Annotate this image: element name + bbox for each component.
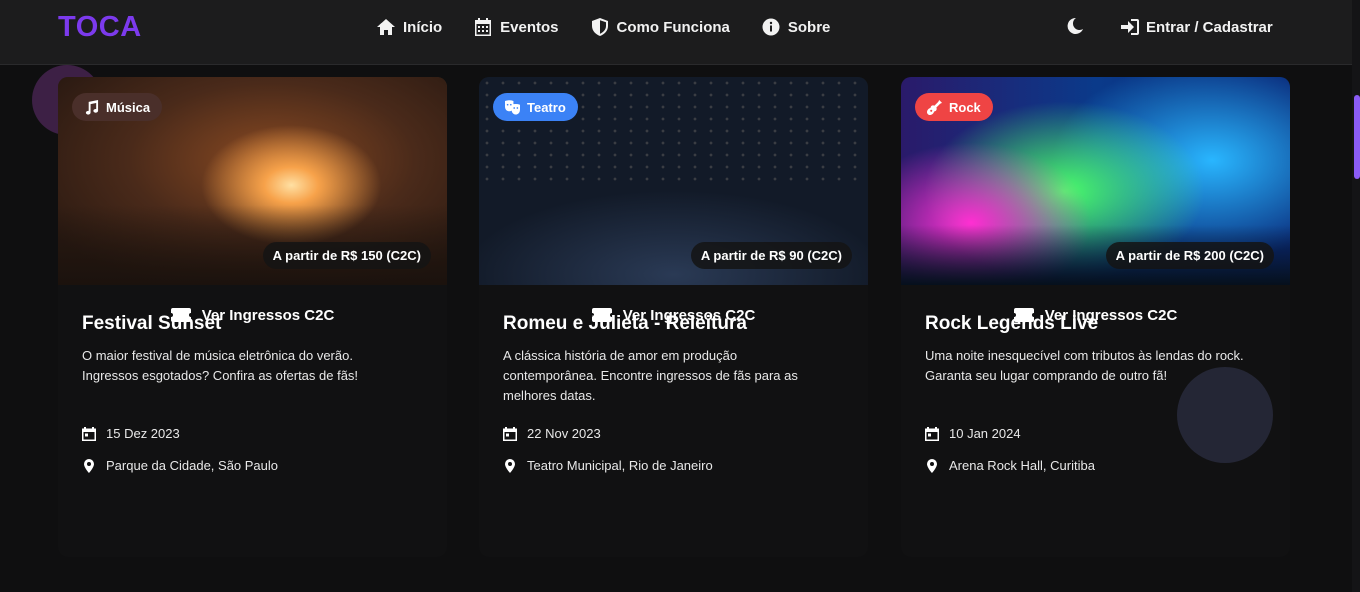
price-badge: A partir de R$ 200 (C2C) xyxy=(1105,242,1274,269)
nav-link-label: Eventos xyxy=(500,18,559,36)
calendar-icon xyxy=(925,426,939,441)
event-location-text: Arena Rock Hall, Curitiba xyxy=(949,458,1095,473)
event-card[interactable]: Teatro A partir de R$ 90 (C2C) Romeu e J… xyxy=(479,77,868,557)
event-date: 15 Dez 2023 xyxy=(82,426,180,441)
event-card[interactable]: Música A partir de R$ 150 (C2C) Festival… xyxy=(58,77,447,557)
event-image: Música A partir de R$ 150 (C2C) xyxy=(58,77,447,285)
view-tickets-label: Ver Ingressos C2C xyxy=(1044,306,1178,324)
price-badge: A partir de R$ 150 (C2C) xyxy=(262,242,431,269)
event-location-text: Teatro Municipal, Rio de Janeiro xyxy=(527,458,713,473)
guitar-icon xyxy=(927,99,942,115)
category-label: Música xyxy=(106,99,151,115)
info-icon xyxy=(762,18,780,36)
map-pin-icon xyxy=(505,458,515,473)
map-pin-icon xyxy=(84,458,94,473)
nav-link-como-funciona[interactable]: Como Funciona xyxy=(590,16,730,38)
theater-masks-icon xyxy=(505,99,520,115)
event-date-text: 15 Dez 2023 xyxy=(106,426,180,441)
sign-in-icon xyxy=(1121,19,1139,35)
calendar-icon xyxy=(475,18,492,36)
event-date-text: 22 Nov 2023 xyxy=(527,426,601,441)
view-tickets-label: Ver Ingressos C2C xyxy=(622,306,756,324)
shield-icon xyxy=(591,18,608,36)
category-label: Teatro xyxy=(527,99,566,115)
price-badge: A partir de R$ 90 (C2C) xyxy=(690,242,852,269)
nav-link-eventos[interactable]: Eventos xyxy=(473,16,559,38)
view-tickets-button[interactable]: Ver Ingressos C2C xyxy=(901,304,1290,326)
category-badge: Rock xyxy=(915,93,993,121)
calendar-icon xyxy=(82,426,96,441)
logo[interactable]: TOCA xyxy=(58,11,142,44)
event-location: Arena Rock Hall, Curitiba xyxy=(925,458,1095,473)
event-description: A clássica história de amor em produção … xyxy=(503,348,798,403)
calendar-icon xyxy=(503,426,517,441)
nav-link-label: Como Funciona xyxy=(616,18,730,36)
category-badge: Música xyxy=(72,93,163,121)
map-pin-icon xyxy=(927,458,937,473)
view-tickets-button[interactable]: Ver Ingressos C2C xyxy=(58,304,447,326)
event-date: 22 Nov 2023 xyxy=(503,426,601,441)
view-tickets-label: Ver Ingressos C2C xyxy=(201,306,335,324)
scrollbar-thumb[interactable] xyxy=(1354,95,1360,179)
home-icon xyxy=(377,19,395,35)
event-image: Teatro A partir de R$ 90 (C2C) xyxy=(479,77,868,285)
nav-link-label: Sobre xyxy=(787,18,831,36)
nav-link-inicio[interactable]: Início xyxy=(376,16,442,38)
event-image: Rock A partir de R$ 200 (C2C) xyxy=(901,77,1290,285)
login-label: Entrar / Cadastrar xyxy=(1146,18,1273,36)
login-button[interactable]: Entrar / Cadastrar xyxy=(1121,16,1273,38)
ticket-icon xyxy=(170,308,191,322)
category-label: Rock xyxy=(949,99,981,115)
nav-link-label: Início xyxy=(403,18,443,36)
scrollbar[interactable] xyxy=(1352,0,1360,592)
category-badge: Teatro xyxy=(493,93,578,121)
event-date: 10 Jan 2024 xyxy=(925,426,1021,441)
theme-toggle-button[interactable] xyxy=(1066,17,1084,35)
event-location: Parque da Cidade, São Paulo xyxy=(82,458,278,473)
music-icon xyxy=(85,99,99,115)
event-location: Teatro Municipal, Rio de Janeiro xyxy=(503,458,713,473)
event-description: O maior festival de música eletrônica do… xyxy=(82,348,359,383)
view-tickets-button[interactable]: Ver Ingressos C2C xyxy=(479,304,868,326)
decorative-circle xyxy=(1177,367,1273,463)
nav-link-sobre[interactable]: Sobre xyxy=(761,16,831,38)
ticket-icon xyxy=(1013,308,1034,322)
ticket-icon xyxy=(591,308,612,322)
event-location-text: Parque da Cidade, São Paulo xyxy=(106,458,279,473)
navbar: TOCA Início Eventos Como Funciona Sobre … xyxy=(0,0,1352,65)
moon-icon xyxy=(1067,17,1083,34)
event-card[interactable]: Rock A partir de R$ 200 (C2C) Rock Legen… xyxy=(901,77,1290,557)
nav-links: Início Eventos Como Funciona Sobre xyxy=(376,16,861,38)
event-date-text: 10 Jan 2024 xyxy=(949,426,1021,441)
